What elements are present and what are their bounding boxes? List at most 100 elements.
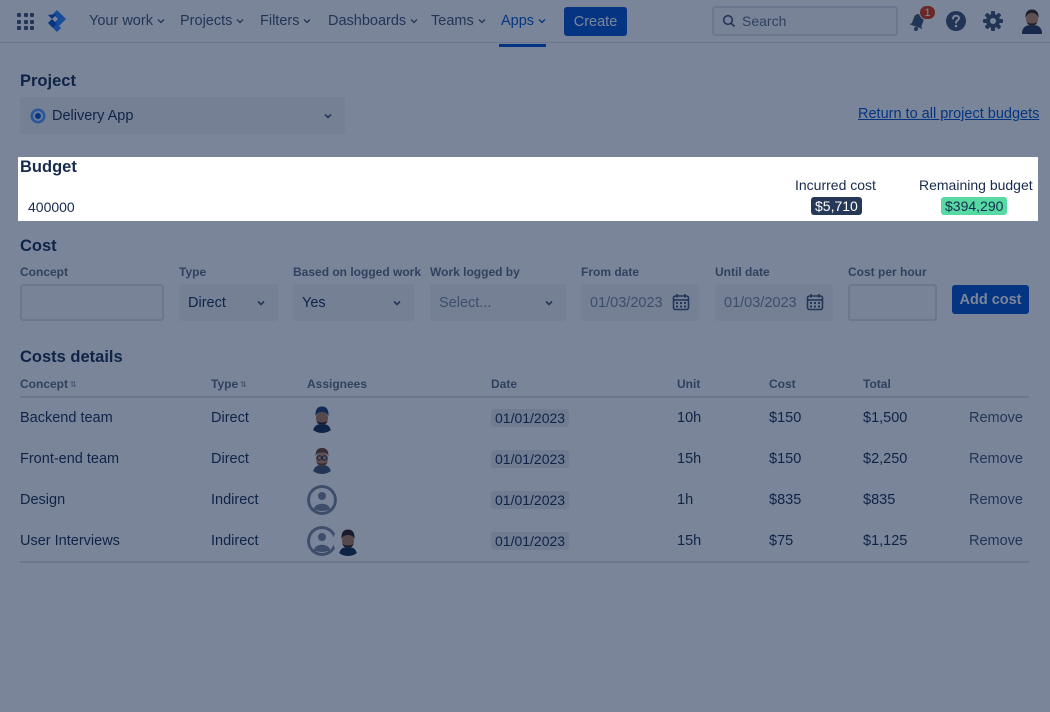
nav-label: Filters bbox=[260, 13, 300, 29]
row-cost: $75 bbox=[769, 533, 794, 549]
assignee-avatar[interactable] bbox=[333, 526, 363, 556]
row-concept: Backend team bbox=[20, 410, 113, 426]
based-on-logged-work-label: Based on logged work bbox=[293, 265, 422, 279]
nav-projects[interactable]: Projects bbox=[180, 13, 244, 29]
nav-label: Dashboards bbox=[328, 13, 407, 29]
help-icon[interactable] bbox=[945, 10, 967, 35]
cost-per-hour-label: Cost per hour bbox=[848, 265, 927, 279]
notification-count-badge: 1 bbox=[919, 5, 936, 20]
user-avatar[interactable] bbox=[1020, 8, 1044, 37]
table-row: Design Indirect 01/01/2023 1h $835 $835 … bbox=[0, 480, 1050, 520]
budget-value[interactable]: 400000 bbox=[28, 199, 75, 215]
column-header-concept[interactable]: Concept ⇅ bbox=[20, 377, 77, 391]
assignee-avatar[interactable] bbox=[307, 444, 337, 474]
chevron-down-icon bbox=[545, 300, 553, 306]
return-to-budgets-link[interactable]: Return to all project budgets bbox=[858, 106, 1039, 122]
add-cost-button[interactable]: Add cost bbox=[952, 285, 1029, 314]
work-logged-by-select[interactable]: Select... bbox=[430, 284, 566, 321]
create-button[interactable]: Create bbox=[564, 7, 627, 36]
sort-icon: ⇅ bbox=[240, 379, 247, 389]
remaining-budget-badge: $394,290 bbox=[941, 197, 1008, 215]
row-assignees bbox=[307, 439, 337, 479]
row-type: Indirect bbox=[211, 492, 259, 508]
date-chip: 01/01/2023 bbox=[491, 450, 570, 468]
column-header-unit: Unit bbox=[677, 377, 701, 391]
row-date: 01/01/2023 bbox=[491, 480, 570, 520]
type-label: Type bbox=[179, 265, 207, 279]
remove-button[interactable]: Remove bbox=[969, 521, 1023, 561]
calendar-icon[interactable] bbox=[672, 293, 690, 311]
jira-logo[interactable] bbox=[47, 10, 67, 35]
date-chip: 01/01/2023 bbox=[491, 491, 570, 509]
table-row: Backend team Direct 01/01/2023 10h $150 … bbox=[0, 398, 1050, 438]
remaining-budget-label: Remaining budget bbox=[919, 177, 1033, 193]
chevron-down-icon bbox=[324, 113, 332, 119]
column-header-type[interactable]: Type ⇅ bbox=[211, 377, 247, 391]
nav-dashboards[interactable]: Dashboards bbox=[328, 13, 418, 29]
table-row: Front-end team Direct 01/01/2023 15h $15… bbox=[0, 439, 1050, 479]
chevron-down-icon bbox=[304, 19, 311, 24]
search-icon bbox=[722, 14, 736, 28]
row-total: $1,500 bbox=[863, 410, 908, 426]
row-cost: $150 bbox=[769, 451, 802, 467]
nav-filters[interactable]: Filters bbox=[260, 13, 311, 29]
based-on-value: Yes bbox=[302, 294, 326, 311]
row-type: Direct bbox=[211, 451, 249, 467]
column-header-date: Date bbox=[491, 377, 518, 391]
row-concept: Front-end team bbox=[20, 451, 120, 467]
type-select[interactable]: Direct bbox=[179, 284, 278, 321]
nav-teams[interactable]: Teams bbox=[431, 13, 486, 29]
type-value: Direct bbox=[188, 294, 226, 311]
app-switcher-icon[interactable] bbox=[17, 13, 34, 30]
nav-apps[interactable]: Apps bbox=[501, 13, 546, 29]
search-input[interactable]: Search bbox=[712, 6, 898, 36]
nav-label: Projects bbox=[180, 13, 233, 29]
nav-label: Apps bbox=[501, 13, 535, 29]
row-cost: $835 bbox=[769, 492, 802, 508]
row-assignees bbox=[307, 398, 337, 438]
table-bottom-divider bbox=[20, 561, 1029, 563]
chevron-down-icon bbox=[257, 300, 265, 306]
calendar-icon[interactable] bbox=[806, 293, 824, 311]
row-cost: $150 bbox=[769, 410, 802, 426]
nav-label: Your work bbox=[89, 13, 153, 29]
row-assignees bbox=[307, 480, 337, 520]
work-logged-by-label: Work logged by bbox=[430, 265, 520, 279]
until-date-label: Until date bbox=[715, 265, 770, 279]
until-date-value: 01/03/2023 bbox=[724, 294, 797, 311]
cost-per-hour-input[interactable] bbox=[848, 284, 937, 321]
chevron-down-icon bbox=[478, 19, 486, 24]
row-total: $2,250 bbox=[863, 451, 908, 467]
cost-heading: Cost bbox=[20, 237, 57, 255]
from-date-label: From date bbox=[581, 265, 640, 279]
row-unit: 1h bbox=[677, 492, 694, 508]
budget-heading: Budget bbox=[20, 158, 77, 176]
row-type: Direct bbox=[211, 410, 249, 426]
active-nav-indicator bbox=[499, 44, 546, 47]
remove-button[interactable]: Remove bbox=[969, 439, 1023, 479]
chevron-down-icon bbox=[410, 19, 418, 24]
from-date-input[interactable]: 01/03/2023 bbox=[581, 284, 699, 321]
project-select[interactable]: Delivery App bbox=[20, 97, 345, 134]
nav-label: Teams bbox=[431, 13, 474, 29]
row-assignees bbox=[307, 521, 363, 561]
table-row: User Interviews Indirect 01/01/2023 15h … bbox=[0, 521, 1050, 561]
date-chip: 01/01/2023 bbox=[491, 409, 570, 427]
search-placeholder: Search bbox=[742, 13, 787, 29]
row-total: $1,125 bbox=[863, 533, 908, 549]
assignee-avatar[interactable] bbox=[307, 403, 337, 433]
budget-panel: Budget 400000 Incurred cost $5,710 Remai… bbox=[18, 157, 1038, 221]
nav-your-work[interactable]: Your work bbox=[89, 13, 165, 29]
remove-button[interactable]: Remove bbox=[969, 398, 1023, 438]
work-logged-by-placeholder: Select... bbox=[439, 294, 492, 311]
based-on-logged-work-select[interactable]: Yes bbox=[293, 284, 414, 321]
remove-button[interactable]: Remove bbox=[969, 480, 1023, 520]
top-navigation: Your work Projects Filters Dashboards Te… bbox=[0, 0, 1050, 47]
settings-gear-icon[interactable] bbox=[982, 10, 1004, 35]
project-icon bbox=[30, 108, 46, 123]
default-avatar-icon[interactable] bbox=[307, 485, 337, 515]
concept-input[interactable] bbox=[20, 284, 164, 321]
chevron-down-icon bbox=[157, 19, 165, 24]
row-date: 01/01/2023 bbox=[491, 398, 570, 438]
until-date-input[interactable]: 01/03/2023 bbox=[715, 284, 833, 321]
